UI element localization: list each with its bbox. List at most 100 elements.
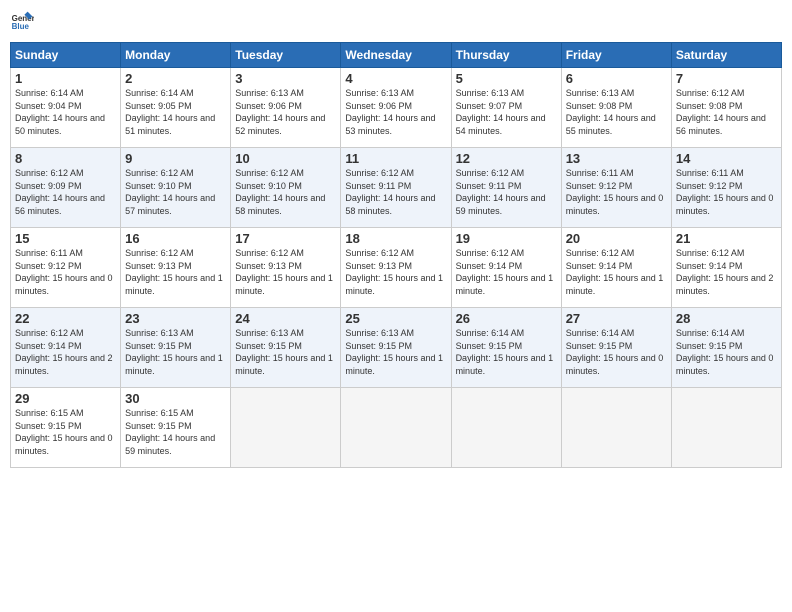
calendar-cell: 13Sunrise: 6:11 AMSunset: 9:12 PMDayligh… (561, 148, 671, 228)
day-number: 6 (566, 71, 667, 86)
calendar-week-row: 22Sunrise: 6:12 AMSunset: 9:14 PMDayligh… (11, 308, 782, 388)
calendar-cell: 25Sunrise: 6:13 AMSunset: 9:15 PMDayligh… (341, 308, 451, 388)
generalblue-icon: General Blue (10, 10, 34, 34)
calendar-cell (671, 388, 781, 468)
calendar-week-row: 29Sunrise: 6:15 AMSunset: 9:15 PMDayligh… (11, 388, 782, 468)
day-info: Sunrise: 6:13 AMSunset: 9:06 PMDaylight:… (345, 87, 446, 137)
day-info: Sunrise: 6:13 AMSunset: 9:15 PMDaylight:… (345, 327, 446, 377)
day-info: Sunrise: 6:14 AMSunset: 9:04 PMDaylight:… (15, 87, 116, 137)
calendar-cell: 24Sunrise: 6:13 AMSunset: 9:15 PMDayligh… (231, 308, 341, 388)
calendar-cell: 21Sunrise: 6:12 AMSunset: 9:14 PMDayligh… (671, 228, 781, 308)
calendar-cell: 30Sunrise: 6:15 AMSunset: 9:15 PMDayligh… (121, 388, 231, 468)
day-info: Sunrise: 6:14 AMSunset: 9:15 PMDaylight:… (456, 327, 557, 377)
day-info: Sunrise: 6:11 AMSunset: 9:12 PMDaylight:… (15, 247, 116, 297)
day-info: Sunrise: 6:12 AMSunset: 9:10 PMDaylight:… (125, 167, 226, 217)
day-number: 19 (456, 231, 557, 246)
calendar-cell: 11Sunrise: 6:12 AMSunset: 9:11 PMDayligh… (341, 148, 451, 228)
calendar-cell: 19Sunrise: 6:12 AMSunset: 9:14 PMDayligh… (451, 228, 561, 308)
logo: General Blue (10, 10, 34, 34)
day-info: Sunrise: 6:12 AMSunset: 9:09 PMDaylight:… (15, 167, 116, 217)
day-number: 11 (345, 151, 446, 166)
day-number: 21 (676, 231, 777, 246)
day-number: 27 (566, 311, 667, 326)
col-header-thursday: Thursday (451, 43, 561, 68)
day-number: 2 (125, 71, 226, 86)
col-header-friday: Friday (561, 43, 671, 68)
calendar-cell: 29Sunrise: 6:15 AMSunset: 9:15 PMDayligh… (11, 388, 121, 468)
calendar-cell: 8Sunrise: 6:12 AMSunset: 9:09 PMDaylight… (11, 148, 121, 228)
day-info: Sunrise: 6:15 AMSunset: 9:15 PMDaylight:… (15, 407, 116, 457)
day-info: Sunrise: 6:12 AMSunset: 9:14 PMDaylight:… (676, 247, 777, 297)
calendar-week-row: 8Sunrise: 6:12 AMSunset: 9:09 PMDaylight… (11, 148, 782, 228)
day-info: Sunrise: 6:12 AMSunset: 9:10 PMDaylight:… (235, 167, 336, 217)
day-number: 13 (566, 151, 667, 166)
day-info: Sunrise: 6:12 AMSunset: 9:14 PMDaylight:… (15, 327, 116, 377)
day-number: 8 (15, 151, 116, 166)
day-number: 18 (345, 231, 446, 246)
day-info: Sunrise: 6:14 AMSunset: 9:15 PMDaylight:… (676, 327, 777, 377)
calendar-cell: 14Sunrise: 6:11 AMSunset: 9:12 PMDayligh… (671, 148, 781, 228)
calendar-cell: 12Sunrise: 6:12 AMSunset: 9:11 PMDayligh… (451, 148, 561, 228)
day-number: 10 (235, 151, 336, 166)
calendar-cell: 28Sunrise: 6:14 AMSunset: 9:15 PMDayligh… (671, 308, 781, 388)
day-info: Sunrise: 6:12 AMSunset: 9:14 PMDaylight:… (456, 247, 557, 297)
day-info: Sunrise: 6:14 AMSunset: 9:15 PMDaylight:… (566, 327, 667, 377)
day-info: Sunrise: 6:13 AMSunset: 9:15 PMDaylight:… (235, 327, 336, 377)
calendar-cell: 2Sunrise: 6:14 AMSunset: 9:05 PMDaylight… (121, 68, 231, 148)
day-number: 14 (676, 151, 777, 166)
calendar-cell (231, 388, 341, 468)
calendar-cell: 15Sunrise: 6:11 AMSunset: 9:12 PMDayligh… (11, 228, 121, 308)
calendar-cell: 6Sunrise: 6:13 AMSunset: 9:08 PMDaylight… (561, 68, 671, 148)
day-info: Sunrise: 6:13 AMSunset: 9:07 PMDaylight:… (456, 87, 557, 137)
day-number: 9 (125, 151, 226, 166)
day-info: Sunrise: 6:13 AMSunset: 9:06 PMDaylight:… (235, 87, 336, 137)
svg-text:Blue: Blue (12, 22, 30, 31)
day-number: 17 (235, 231, 336, 246)
day-number: 12 (456, 151, 557, 166)
day-number: 25 (345, 311, 446, 326)
day-number: 16 (125, 231, 226, 246)
calendar-cell: 5Sunrise: 6:13 AMSunset: 9:07 PMDaylight… (451, 68, 561, 148)
calendar-week-row: 15Sunrise: 6:11 AMSunset: 9:12 PMDayligh… (11, 228, 782, 308)
day-number: 23 (125, 311, 226, 326)
day-number: 7 (676, 71, 777, 86)
day-info: Sunrise: 6:15 AMSunset: 9:15 PMDaylight:… (125, 407, 226, 457)
calendar-cell: 1Sunrise: 6:14 AMSunset: 9:04 PMDaylight… (11, 68, 121, 148)
header: General Blue (10, 10, 782, 34)
day-number: 20 (566, 231, 667, 246)
calendar-cell: 4Sunrise: 6:13 AMSunset: 9:06 PMDaylight… (341, 68, 451, 148)
calendar-table: SundayMondayTuesdayWednesdayThursdayFrid… (10, 42, 782, 468)
day-number: 28 (676, 311, 777, 326)
day-number: 5 (456, 71, 557, 86)
day-number: 3 (235, 71, 336, 86)
day-number: 24 (235, 311, 336, 326)
calendar-cell: 22Sunrise: 6:12 AMSunset: 9:14 PMDayligh… (11, 308, 121, 388)
day-number: 15 (15, 231, 116, 246)
calendar-cell (451, 388, 561, 468)
day-info: Sunrise: 6:13 AMSunset: 9:15 PMDaylight:… (125, 327, 226, 377)
day-number: 22 (15, 311, 116, 326)
day-number: 26 (456, 311, 557, 326)
day-number: 30 (125, 391, 226, 406)
calendar-cell: 23Sunrise: 6:13 AMSunset: 9:15 PMDayligh… (121, 308, 231, 388)
day-info: Sunrise: 6:12 AMSunset: 9:13 PMDaylight:… (235, 247, 336, 297)
day-info: Sunrise: 6:12 AMSunset: 9:11 PMDaylight:… (456, 167, 557, 217)
calendar-cell: 20Sunrise: 6:12 AMSunset: 9:14 PMDayligh… (561, 228, 671, 308)
calendar-cell: 18Sunrise: 6:12 AMSunset: 9:13 PMDayligh… (341, 228, 451, 308)
day-number: 4 (345, 71, 446, 86)
day-info: Sunrise: 6:13 AMSunset: 9:08 PMDaylight:… (566, 87, 667, 137)
calendar-cell: 27Sunrise: 6:14 AMSunset: 9:15 PMDayligh… (561, 308, 671, 388)
day-info: Sunrise: 6:12 AMSunset: 9:13 PMDaylight:… (345, 247, 446, 297)
calendar-cell: 26Sunrise: 6:14 AMSunset: 9:15 PMDayligh… (451, 308, 561, 388)
day-info: Sunrise: 6:11 AMSunset: 9:12 PMDaylight:… (566, 167, 667, 217)
calendar-cell: 3Sunrise: 6:13 AMSunset: 9:06 PMDaylight… (231, 68, 341, 148)
day-info: Sunrise: 6:12 AMSunset: 9:08 PMDaylight:… (676, 87, 777, 137)
day-info: Sunrise: 6:12 AMSunset: 9:11 PMDaylight:… (345, 167, 446, 217)
calendar-week-row: 1Sunrise: 6:14 AMSunset: 9:04 PMDaylight… (11, 68, 782, 148)
col-header-sunday: Sunday (11, 43, 121, 68)
calendar-cell: 10Sunrise: 6:12 AMSunset: 9:10 PMDayligh… (231, 148, 341, 228)
calendar-header-row: SundayMondayTuesdayWednesdayThursdayFrid… (11, 43, 782, 68)
col-header-saturday: Saturday (671, 43, 781, 68)
day-number: 1 (15, 71, 116, 86)
col-header-monday: Monday (121, 43, 231, 68)
